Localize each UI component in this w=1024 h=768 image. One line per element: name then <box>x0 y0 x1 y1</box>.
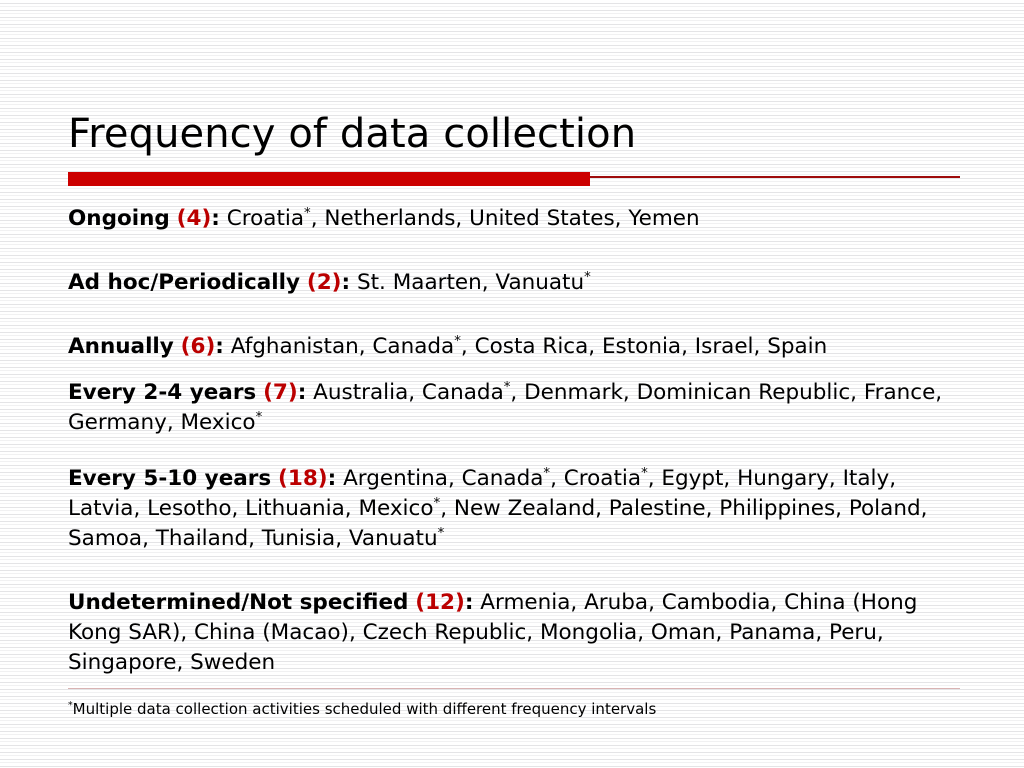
entry-label: Ad hoc/Periodically <box>68 270 301 295</box>
footnote-marker-inline: * <box>304 205 311 221</box>
footnote-marker-inline: * <box>543 465 551 481</box>
footnote: *Multiple data collection activities sch… <box>68 699 960 719</box>
list-item: Every 2-4 years (7): Australia, Canada*,… <box>68 378 968 438</box>
entry-count: (2) <box>306 270 342 295</box>
footnote-marker-inline: * <box>437 525 445 541</box>
title-rule-thick <box>68 172 590 186</box>
title-block: Frequency of data collection <box>68 112 960 157</box>
entry-colon: : <box>341 270 351 295</box>
entry-count: (4) <box>176 206 212 231</box>
entry-label: Undetermined/Not specified <box>68 590 409 615</box>
entry-countries: Croatia*, Netherlands, United States, Ye… <box>227 206 700 231</box>
entry-countries: Afghanistan, Canada*, Costa Rica, Estoni… <box>231 334 828 359</box>
entry-label: Every 2-4 years <box>68 380 257 405</box>
footnote-marker-inline: * <box>584 269 591 285</box>
footnote-marker-inline: * <box>433 495 441 511</box>
entry-colon: : <box>297 380 307 405</box>
slide-canvas: Frequency of data collection Ongoing (4)… <box>0 0 1024 768</box>
entry-countries-text: Afghanistan, Canada*, Costa Rica, Estoni… <box>230 333 828 359</box>
footnote-marker-inline: * <box>641 465 648 481</box>
entry-label: Ongoing <box>68 206 170 231</box>
entry-colon: : <box>211 206 220 231</box>
footnote-divider <box>68 688 960 689</box>
list-item: Undetermined/Not specified (12): Armenia… <box>68 588 968 678</box>
list-item: Ongoing (4): Croatia*, Netherlands, Unit… <box>68 204 968 234</box>
entry-count: (12) <box>415 590 465 615</box>
frequency-list: Ongoing (4): Croatia*, Netherlands, Unit… <box>68 204 968 678</box>
entry-colon: : <box>215 334 224 359</box>
entry-label: Every 5-10 years <box>68 466 272 491</box>
entry-colon: : <box>327 466 337 491</box>
entry-countries: St. Maarten, Vanuatu* <box>357 270 591 295</box>
entry-count: (7) <box>263 380 298 405</box>
list-item: Every 5-10 years (18): Argentina, Canada… <box>68 464 968 554</box>
footnote-text: Multiple data collection activities sche… <box>72 700 657 718</box>
title-underline <box>68 172 960 186</box>
footnote-marker-inline: * <box>503 379 511 395</box>
entry-countries-text: St. Maarten, Vanuatu* <box>356 269 591 295</box>
footnote-marker-inline: * <box>255 409 263 425</box>
entry-countries-text: Croatia*, Netherlands, United States, Ye… <box>226 205 700 231</box>
entry-label: Annually <box>68 334 174 359</box>
entry-count: (18) <box>278 466 328 491</box>
list-item: Ad hoc/Periodically (2): St. Maarten, Va… <box>68 268 968 298</box>
footnote-marker-inline: * <box>454 333 461 349</box>
list-item: Annually (6): Afghanistan, Canada*, Cost… <box>68 332 968 362</box>
entry-count: (6) <box>180 334 216 359</box>
page-title: Frequency of data collection <box>68 111 637 157</box>
entry-colon: : <box>464 590 474 615</box>
